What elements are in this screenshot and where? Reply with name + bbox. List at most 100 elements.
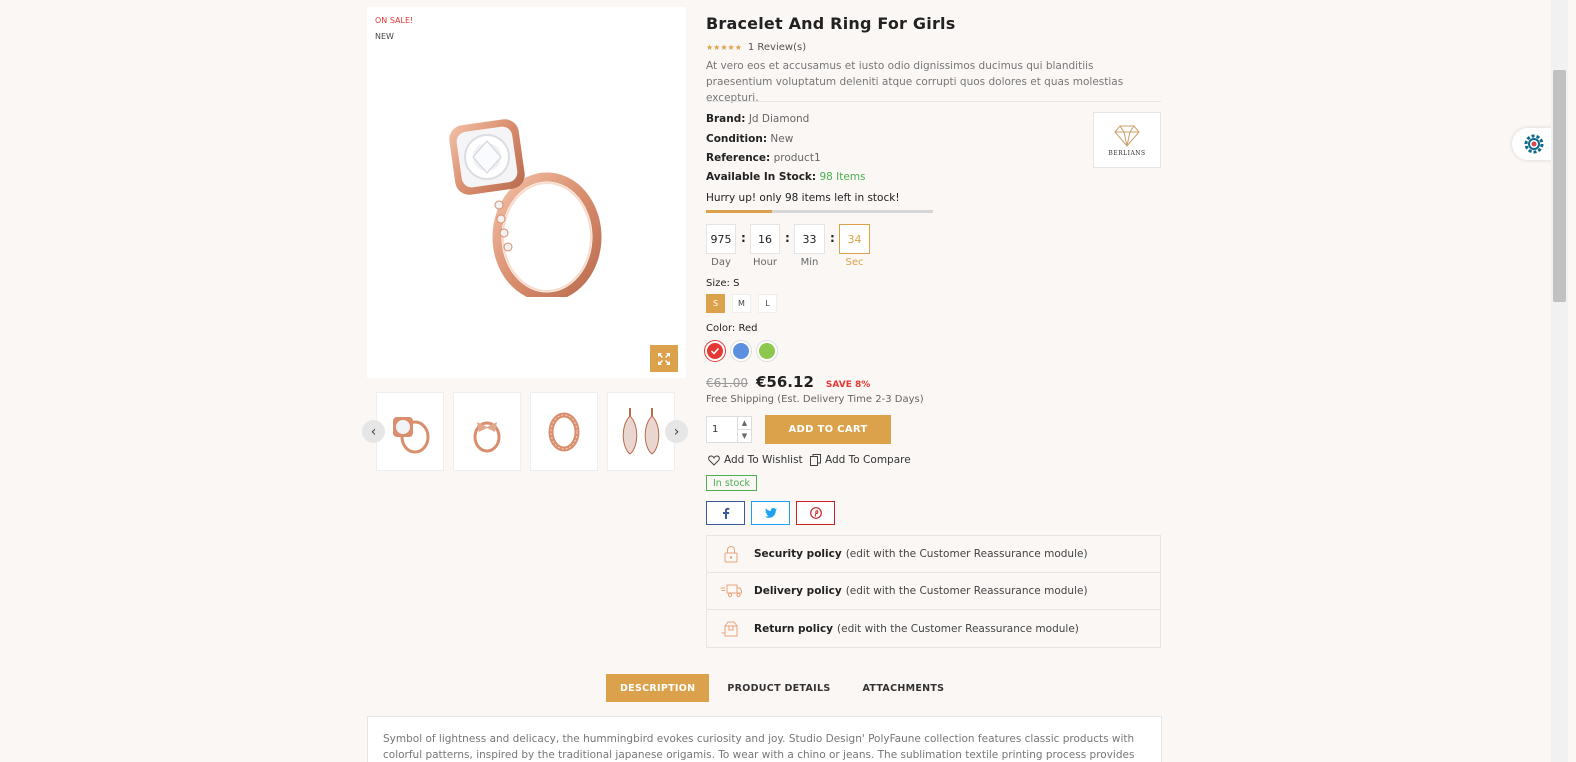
countdown-hours-label: Hour [752, 257, 778, 268]
share-facebook-button[interactable] [706, 501, 745, 525]
countdown-minutes-label: Min [800, 257, 819, 268]
review-count-link[interactable]: 1 Review(s) [748, 42, 806, 53]
reassurance-return-title: Return policy [754, 622, 834, 635]
truck-icon [720, 584, 742, 598]
thumbnail-prev-button[interactable]: ‹ [362, 420, 385, 443]
size-options: S M L [706, 294, 777, 313]
page-scrollbar[interactable] [1551, 0, 1568, 762]
chevron-right-icon: › [673, 423, 680, 440]
return-box-icon [721, 621, 737, 636]
brand-logo-text: BERLIANS [1108, 149, 1146, 157]
brand-row: Brand: Jd Diamond [706, 113, 809, 125]
reassurance-return-text: (edit with the Customer Reassurance modu… [837, 622, 1079, 635]
countdown-minutes: 33 [794, 224, 825, 254]
scrollbar-thumb[interactable] [1553, 70, 1566, 302]
product-tabs: DESCRIPTION PRODUCT DETAILS ATTACHMENTS [606, 674, 962, 702]
size-label: Size: S [706, 278, 740, 289]
color-swatch-blue[interactable] [731, 341, 751, 361]
reference-row: Reference: product1 [706, 152, 821, 164]
thumbnail-2[interactable] [453, 392, 521, 471]
condition-row: Condition: New [706, 133, 793, 145]
reassurance-block: Security policy (edit with the Customer … [706, 535, 1161, 648]
quantity-decrease-button[interactable]: ▼ [738, 430, 751, 442]
current-price: €56.12 [756, 373, 814, 391]
add-to-wishlist-button[interactable]: Add To Wishlist [708, 454, 803, 466]
countdown-separator: : [741, 231, 746, 245]
condition-value: New [770, 133, 794, 145]
stock-row: Available In Stock: 98 Items [706, 171, 866, 183]
compare-label: Add To Compare [825, 454, 911, 466]
zoom-button[interactable] [650, 345, 678, 372]
reassurance-security: Security policy (edit with the Customer … [707, 536, 1160, 573]
brand-value[interactable]: Jd Diamond [749, 113, 810, 125]
color-swatch-red[interactable] [705, 341, 725, 361]
countdown-days: 975 [706, 224, 736, 254]
tab-attachments[interactable]: ATTACHMENTS [848, 674, 958, 702]
regular-price: €61.00 [706, 376, 748, 390]
twitter-icon [764, 508, 777, 518]
reassurance-delivery-title: Delivery policy [754, 585, 842, 597]
brand-label: Brand: [706, 113, 746, 125]
star-rating-icon: ★★★★★ [706, 43, 742, 52]
size-option-l[interactable]: L [758, 294, 777, 313]
pinterest-icon [809, 507, 822, 519]
share-pinterest-button[interactable] [796, 501, 835, 525]
reassurance-security-text: (edit with the Customer Reassurance modu… [845, 548, 1088, 560]
expand-icon [658, 352, 670, 365]
thumbnail-next-button[interactable]: › [665, 420, 688, 443]
product-title: Bracelet And Ring For Girls [706, 14, 956, 33]
discount-badge: SAVE 8% [825, 380, 871, 390]
gear-icon [1524, 134, 1544, 154]
reassurance-delivery-text: (edit with the Customer Reassurance modu… [845, 585, 1088, 597]
reassurance-return: Return policy (edit with the Customer Re… [707, 610, 1160, 647]
theme-settings-button[interactable] [1512, 128, 1556, 160]
chevron-up-icon: ▲ [741, 419, 748, 427]
tab-content-description: Symbol of lightness and delicacy, the hu… [367, 716, 1162, 762]
lock-icon [724, 545, 737, 563]
reassurance-security-title: Security policy [754, 548, 842, 560]
countdown-days-label: Day [711, 257, 731, 268]
earrings-thumb-image [622, 407, 660, 455]
wishlist-label: Add To Wishlist [724, 454, 803, 466]
hurry-message: Hurry up! only 98 items left in stock! [706, 192, 900, 204]
chevron-left-icon: ‹ [370, 423, 377, 440]
size-option-m[interactable]: M [732, 294, 751, 313]
color-label: Color: Red [706, 323, 758, 334]
brand-logo[interactable]: BERLIANS [1093, 112, 1161, 168]
reference-value: product1 [773, 152, 821, 164]
add-to-cart-button[interactable]: ADD TO CART [765, 415, 891, 444]
countdown-separator: : [830, 231, 835, 245]
size-option-s[interactable]: S [706, 294, 725, 313]
tab-description[interactable]: DESCRIPTION [606, 674, 710, 702]
availability-badge: In stock [706, 475, 758, 491]
reassurance-delivery: Delivery policy (edit with the Customer … [707, 573, 1160, 610]
quantity-stepper: ▲ ▼ [706, 416, 752, 443]
shipping-info: Free Shipping (Est. Delivery Time 2-3 Da… [706, 394, 924, 405]
countdown-seconds-label: Sec [845, 257, 864, 268]
divider [706, 101, 1161, 102]
diamond-logo-icon [1114, 125, 1140, 147]
quantity-increase-button[interactable]: ▲ [738, 417, 751, 430]
reference-label: Reference: [706, 152, 771, 164]
tab-product-details[interactable]: PRODUCT DETAILS [713, 674, 844, 702]
heart-icon [708, 454, 720, 466]
thumbnail-strip [376, 392, 676, 471]
share-twitter-button[interactable] [751, 501, 790, 525]
quantity-input[interactable] [707, 417, 737, 442]
countdown-separator: : [785, 231, 790, 245]
stock-label: Available In Stock: [706, 171, 817, 183]
short-description: At vero eos et accusamus et iusto odio d… [706, 60, 1124, 104]
color-swatch-green[interactable] [757, 341, 777, 361]
add-to-compare-button[interactable]: Add To Compare [810, 454, 911, 466]
facebook-icon [722, 507, 729, 519]
stock-progress-bar [706, 210, 933, 213]
checkmark-icon [710, 347, 720, 355]
thumbnail-1[interactable] [376, 392, 444, 471]
on-sale-flag: ON SALE! [375, 16, 414, 25]
countdown-seconds: 34 [839, 224, 870, 254]
bow-ring-thumb-image [473, 421, 501, 452]
color-options [705, 341, 777, 361]
new-flag: NEW [375, 32, 394, 41]
main-product-image[interactable]: ON SALE! NEW [367, 7, 686, 378]
thumbnail-3[interactable] [530, 392, 598, 471]
